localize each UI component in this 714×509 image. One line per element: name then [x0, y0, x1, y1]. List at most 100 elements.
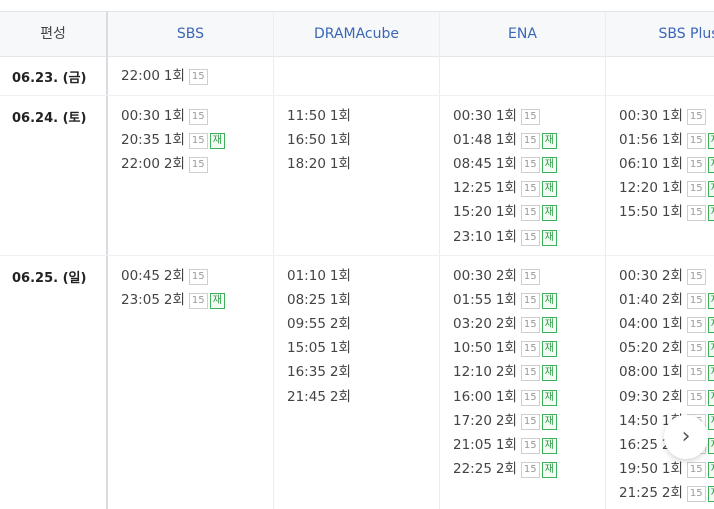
age-rating-badge: 15 [520, 133, 540, 149]
age-rating-badge: 15 [520, 390, 540, 406]
slot-time: 04:00 [619, 316, 658, 332]
slot-time: 14:50 [619, 413, 658, 429]
slot-time: 21:45 [287, 389, 326, 405]
slot-episode: 2회 [661, 292, 683, 308]
slot-episode: 2회 [163, 292, 185, 308]
slot-time: 23:05 [121, 292, 160, 308]
rerun-badge: 재 [541, 230, 557, 246]
age-rating-badge: 15 [520, 181, 540, 197]
slot-episode: 1회 [329, 108, 351, 124]
date-label: 06.23. (금) [12, 71, 87, 86]
age-rating-badge: 15 [188, 293, 208, 309]
age-rating-badge: 15 [520, 341, 540, 357]
schedule-slot: 12:10 2회 15 재 [453, 362, 557, 382]
slot-episode: 1회 [661, 461, 683, 477]
slot-episode: 1회 [661, 316, 683, 332]
age-rating-badge: 15 [520, 317, 540, 333]
schedule-slot: 21:252회15재 [619, 483, 714, 503]
slot-time: 22:25 [453, 461, 492, 477]
age-rating-badge: 15 [686, 109, 706, 125]
next-page-button[interactable]: › [664, 415, 708, 459]
schedule-slot: 00:30 2회 15 [453, 266, 540, 286]
age-rating-badge: 15 [686, 486, 706, 502]
slot-time: 15:05 [287, 340, 326, 356]
slot-episode: 2회 [661, 485, 683, 501]
slot-episode: 1회 [495, 229, 517, 245]
schedule-slot: 01:48 1회 15 재 [453, 130, 557, 150]
schedule-slot: 18:20 1회 [287, 154, 351, 174]
schedule-slot: 00:30 1회 15 [619, 106, 706, 126]
rerun-badge: 재 [209, 293, 225, 309]
slot-episode: 1회 [329, 156, 351, 172]
column-divider [273, 11, 274, 509]
schedule-slot: 09:302회15재 [619, 387, 714, 407]
slot-time: 19:50 [619, 461, 658, 477]
schedule-slot: 09:55 2회 [287, 314, 351, 334]
age-rating-badge: 15 [188, 157, 208, 173]
slot-episode: 1회 [329, 292, 351, 308]
slot-time: 00:30 [121, 108, 160, 124]
age-rating-badge: 15 [520, 438, 540, 454]
age-rating-badge: 15 [686, 341, 706, 357]
rerun-badge: 재 [707, 390, 714, 406]
rerun-badge: 재 [707, 414, 714, 430]
schedule-slot: 21:45 2회 [287, 387, 351, 407]
age-rating-badge: 15 [686, 157, 706, 173]
rerun-badge: 재 [541, 390, 557, 406]
slot-time: 12:10 [453, 364, 492, 380]
slot-episode: 1회 [495, 132, 517, 148]
rerun-badge: 재 [707, 181, 714, 197]
rerun-badge: 재 [707, 205, 714, 221]
age-rating-badge: 15 [520, 462, 540, 478]
rerun-badge: 재 [707, 133, 714, 149]
slot-time: 05:20 [619, 340, 658, 356]
slot-time: 11:50 [287, 108, 326, 124]
slot-time: 12:25 [453, 180, 492, 196]
slot-episode: 1회 [495, 340, 517, 356]
age-rating-badge: 15 [520, 230, 540, 246]
slot-episode: 2회 [495, 364, 517, 380]
slot-time: 00:30 [453, 108, 492, 124]
age-rating-badge: 15 [188, 109, 208, 125]
slot-time: 15:20 [453, 204, 492, 220]
schedule-slot: 21:05 1회 15 재 [453, 435, 557, 455]
slot-episode: 1회 [495, 389, 517, 405]
slot-episode: 1회 [661, 156, 683, 172]
slot-time: 16:50 [287, 132, 326, 148]
slot-time: 12:20 [619, 180, 658, 196]
slot-episode: 1회 [661, 364, 683, 380]
slot-time: 20:35 [121, 132, 160, 148]
age-rating-badge: 15 [188, 269, 208, 285]
slot-episode: 2회 [163, 268, 185, 284]
schedule-slot: 06:101회15재 [619, 154, 714, 174]
age-rating-badge: 15 [686, 462, 706, 478]
schedule-slot: 12:25 1회 15 재 [453, 178, 557, 198]
slot-time: 08:25 [287, 292, 326, 308]
slot-time: 22:00 [121, 156, 160, 172]
chevron-right-icon: › [681, 424, 691, 449]
schedule-slot: 08:001회15재 [619, 362, 714, 382]
rerun-badge: 재 [541, 365, 557, 381]
rerun-badge: 재 [541, 133, 557, 149]
slot-episode: 1회 [163, 132, 185, 148]
age-rating-badge: 15 [686, 390, 706, 406]
column-divider [439, 11, 440, 509]
schedule-slot: 01:55 1회 15 재 [453, 290, 557, 310]
schedule-slot: 20:35 1회 15 재 [121, 130, 225, 150]
rerun-badge: 재 [707, 438, 714, 454]
schedule-slot: 15:05 1회 [287, 338, 351, 358]
slot-episode: 1회 [661, 180, 683, 196]
slot-episode: 2회 [329, 316, 351, 332]
slot-episode: 1회 [495, 292, 517, 308]
slot-episode: 2회 [661, 389, 683, 405]
date-label: 06.25. (일) [12, 271, 87, 286]
slot-episode: 1회 [661, 132, 683, 148]
rerun-badge: 재 [541, 205, 557, 221]
age-rating-badge: 15 [686, 205, 706, 221]
slot-episode: 1회 [495, 204, 517, 220]
age-rating-badge: 15 [686, 269, 706, 285]
schedule-slot: 16:00 1회 15 재 [453, 387, 557, 407]
slot-episode: 2회 [661, 340, 683, 356]
rerun-badge: 재 [541, 317, 557, 333]
slot-episode: 2회 [495, 413, 517, 429]
